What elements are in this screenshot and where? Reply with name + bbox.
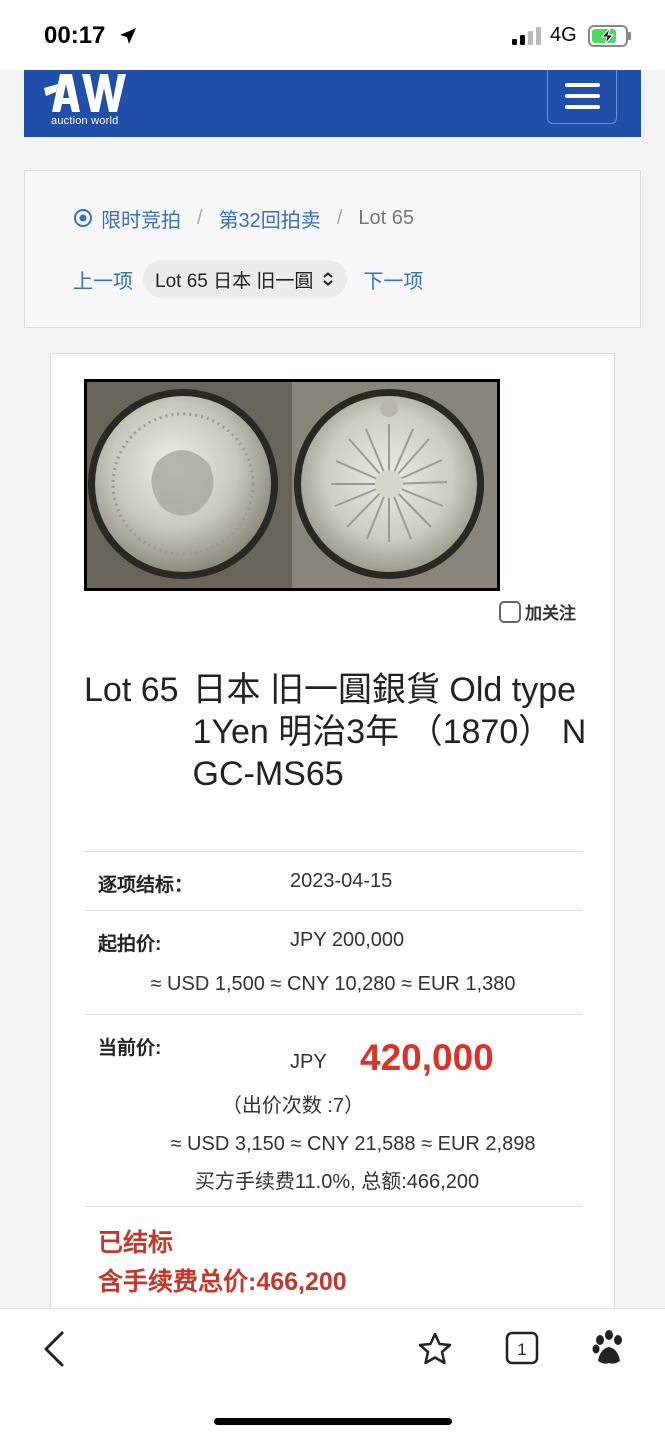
menu-bar-icon [565, 83, 600, 87]
row-close-date: 逐项结标： 2023-04-15 [84, 851, 582, 910]
network-type: 4G [550, 24, 577, 46]
follow-label: 加关注 [525, 604, 576, 623]
lot-number: Lot 65 [84, 671, 179, 709]
breadcrumb-card: 限时竞拍 / 第32回拍卖 / Lot 65 上一项 Lot 65 日本 旧一圓… [24, 170, 641, 328]
chevron-up-down-icon [323, 272, 334, 286]
logo-subtitle: auction world [51, 115, 119, 127]
close-date-label: 逐项结标： [98, 875, 194, 896]
breadcrumb-separator: / [336, 206, 343, 229]
coin-photo[interactable] [84, 379, 500, 591]
current-price-label: 当前价: [98, 1038, 162, 1059]
status-time: 00:17 [44, 22, 106, 49]
follow-toggle[interactable]: 加关注 [499, 599, 576, 624]
page-content: auction world 限时竞拍 / 第32回拍卖 / Lot 65 上一项… [0, 70, 665, 1308]
lot-title: Lot 65 日本 旧一圓銀貨 Old type 1Yen 明治3年 （1870… [84, 669, 589, 795]
follow-checkbox[interactable] [499, 600, 521, 623]
home-indicator [214, 1418, 452, 1425]
target-icon [74, 209, 92, 227]
menu-bar-icon [565, 94, 600, 98]
hamburger-menu-button[interactable] [547, 70, 617, 124]
coin-photo-graphic [87, 382, 497, 588]
tabs-count-icon[interactable]: 1 [505, 1331, 539, 1365]
status-bar: 00:17 4G [0, 0, 665, 70]
current-price-currency: JPY [290, 1051, 327, 1073]
lot-name: 日本 旧一圓銀貨 Old type 1Yen 明治3年 （1870） NGC-M… [192, 671, 587, 793]
bookmark-star-icon[interactable] [417, 1331, 453, 1367]
row-current-price: 当前价: JPY 420,000 （出价次数 :7） ≈ USD 3,150 ≈… [84, 1014, 582, 1206]
start-price-label: 起拍价: [98, 934, 162, 955]
battery-charging-icon [588, 25, 631, 47]
current-price-conversions: ≈ USD 3,150 ≈ CNY 21,588 ≈ EUR 2,898 [170, 1133, 536, 1155]
lot-navigation: 上一项 Lot 65 日本 旧一圓 下一项 [73, 259, 423, 299]
row-status: 已结标 含手续费总价:466,200 [84, 1206, 582, 1308]
total-with-fee: 含手续费总价:466,200 [98, 1268, 347, 1296]
site-navbar: auction world [24, 70, 641, 137]
close-date-value: 2023-04-15 [290, 870, 393, 892]
location-arrow-icon [120, 28, 136, 44]
start-price-value: JPY 200,000 [290, 929, 405, 951]
lot-select-value: Lot 65 日本 旧一圓 [155, 270, 314, 292]
menu-bar-icon [565, 105, 600, 109]
breadcrumb: 限时竞拍 / 第32回拍卖 / Lot 65 [73, 203, 414, 233]
lot-detail-card: 加关注 Lot 65 日本 旧一圓銀貨 Old type 1Yen 明治3年 （… [50, 353, 615, 1308]
baidu-paw-icon[interactable] [590, 1329, 628, 1367]
sold-status: 已结标 [98, 1229, 174, 1257]
breadcrumb-item-auction-32[interactable]: 第32回拍卖 [219, 204, 321, 233]
breadcrumb-item-timed-auction[interactable]: 限时竞拍 [101, 204, 181, 233]
lot-info-table: 逐项结标： 2023-04-15 起拍价: JPY 200,000 ≈ USD … [84, 851, 582, 1308]
breadcrumb-separator: / [197, 206, 203, 229]
cellular-signal-icon [512, 27, 541, 45]
bid-count: （出价次数 :7） [221, 1095, 365, 1117]
row-start-price: 起拍价: JPY 200,000 ≈ USD 1,500 ≈ CNY 10,28… [84, 910, 582, 1014]
current-price-value: 420,000 [360, 1037, 494, 1078]
back-arrow-icon[interactable] [42, 1331, 66, 1367]
svg-text:1: 1 [517, 1340, 526, 1359]
prev-lot-link[interactable]: 上一项 [73, 265, 133, 294]
buyer-fee-note: 买方手续费11.0%, 总额:466,200 [194, 1171, 480, 1193]
start-price-conversions: ≈ USD 1,500 ≈ CNY 10,280 ≈ EUR 1,380 [150, 973, 516, 995]
next-lot-link[interactable]: 下一项 [363, 265, 423, 294]
lot-select-dropdown[interactable]: Lot 65 日本 旧一圓 [143, 260, 348, 298]
breadcrumb-item-current-lot: Lot 65 [358, 206, 414, 229]
